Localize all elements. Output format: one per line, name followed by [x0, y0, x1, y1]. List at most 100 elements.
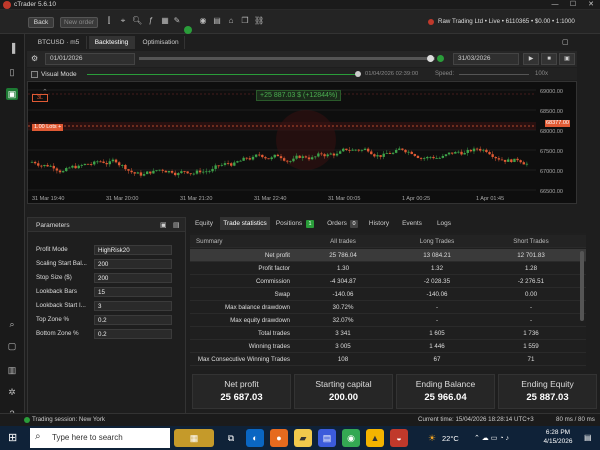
param-value-field[interactable]: 0.2: [94, 329, 172, 339]
tab-positions[interactable]: Positions: [272, 217, 306, 230]
progress-handle[interactable]: [355, 71, 361, 77]
algo-icon[interactable]: ▣: [6, 88, 18, 100]
tab-symbol[interactable]: BTCUSD · m5: [31, 36, 87, 49]
param-value-field[interactable]: 0.2: [94, 315, 172, 325]
save-params-icon[interactable]: ▣: [160, 221, 167, 229]
notification-icon[interactable]: ▤: [584, 433, 592, 442]
calendar-icon[interactable]: ▢: [6, 340, 18, 352]
edge-icon[interactable]: ◐: [246, 429, 264, 447]
chart-link-icon[interactable]: ⛓: [254, 16, 264, 25]
layout-icon[interactable]: ▤: [212, 16, 222, 25]
candle-body: [74, 165, 77, 169]
tab-events[interactable]: Events: [396, 217, 428, 230]
tab-label: History: [368, 220, 390, 227]
slider-handle[interactable]: [427, 55, 434, 62]
stats-row[interactable]: Commission -4 304.87 -2 028.35 -2 276.51: [190, 275, 586, 288]
tab-backtesting[interactable]: Backtesting: [89, 36, 135, 49]
load-params-icon[interactable]: ▤: [173, 221, 180, 229]
card-value: 200.00: [328, 392, 359, 403]
price-chart[interactable]: 69000.00 68500.00 68000.00 67500.00 67000.00…: [27, 81, 577, 204]
search-box[interactable]: ⌕ Type here to search: [30, 428, 170, 448]
tray-icons[interactable]: ⌃ ☁ ▭ ◔ ♪: [474, 434, 509, 442]
ctrader-taskbar-icon[interactable]: ◒: [390, 429, 408, 447]
minimize-button[interactable]: —: [546, 0, 564, 10]
clock-time[interactable]: 6:28 PM: [536, 429, 580, 436]
promo-icon[interactable]: ▦: [174, 429, 214, 447]
status-icon[interactable]: [184, 26, 192, 34]
tab-orders[interactable]: Orders: [322, 217, 352, 230]
maximize-button[interactable]: ☐: [564, 0, 582, 10]
candle-body: [366, 148, 370, 152]
grid-icon[interactable]: ▦: [160, 16, 170, 25]
firefox-icon[interactable]: ●: [270, 429, 288, 447]
close-button[interactable]: ✕: [582, 0, 600, 10]
param-label: Scaling Start Bal...: [36, 260, 87, 267]
settings-icon[interactable]: ✲: [6, 386, 18, 398]
param-value-field[interactable]: 200: [94, 273, 172, 283]
candle-body: [342, 148, 345, 152]
param-value-field[interactable]: HighRisk20: [94, 245, 172, 255]
temperature[interactable]: 22°C: [442, 434, 459, 443]
candle-body: [398, 148, 401, 150]
trade-icon[interactable]: ▐: [6, 42, 18, 54]
tab-logs[interactable]: Logs: [430, 217, 458, 230]
end-date-field[interactable]: 31/03/2026: [453, 53, 519, 65]
candle-body: [301, 156, 304, 158]
new-order-button[interactable]: New order: [60, 17, 98, 28]
trade-lots-label[interactable]: 1.00 Lots +: [32, 124, 64, 131]
crosshair-icon[interactable]: ⌖: [118, 16, 128, 26]
news-icon[interactable]: ▥: [6, 364, 18, 376]
start-date-field[interactable]: 01/01/2026: [45, 53, 135, 65]
gear-icon[interactable]: ⚙: [31, 54, 38, 63]
visual-mode-checkbox[interactable]: [31, 71, 38, 78]
back-button[interactable]: Back: [28, 17, 54, 28]
candle-body: [320, 153, 323, 155]
windows-start-icon[interactable]: ⊞: [8, 431, 17, 444]
stop-button[interactable]: ■: [541, 53, 557, 65]
copy-icon[interactable]: ▯: [6, 66, 18, 78]
stats-row[interactable]: Total trades 3 341 1 605 1 736: [190, 327, 586, 340]
table-scrollbar[interactable]: [580, 251, 584, 321]
save-icon[interactable]: ▣: [559, 53, 575, 65]
speed-slider[interactable]: [459, 74, 529, 75]
tab-trade-statistics[interactable]: Trade statistics: [220, 217, 270, 230]
task-view-icon[interactable]: ⧉: [222, 429, 240, 447]
parameters-panel: Parameters ▣ ▤ Profit Mode HighRisk20 Scal…: [27, 217, 186, 415]
candle-body: [226, 163, 230, 164]
collapse-icon[interactable]: ⌃: [42, 88, 48, 96]
candle-body: [111, 159, 115, 162]
windows-icon[interactable]: ❐: [240, 16, 250, 25]
stats-row[interactable]: Winning trades 3 005 1 446 1 559: [190, 340, 586, 353]
clock-date[interactable]: 4/15/2026: [536, 438, 580, 445]
param-value-field[interactable]: 15: [94, 287, 172, 297]
stats-row[interactable]: Max equity drawdown 32.07% - -: [190, 314, 586, 327]
tab-equity[interactable]: Equity: [190, 217, 218, 230]
analyze-icon[interactable]: ⌕: [6, 318, 18, 330]
pen-icon[interactable]: ✎: [172, 16, 182, 25]
maximize-panel-icon[interactable]: ▢: [562, 38, 569, 46]
zoom-icon[interactable]: 🔍︎: [132, 16, 142, 25]
stats-row[interactable]: Swap -140.06 -140.06 0.00: [190, 288, 586, 301]
chart-type-icon[interactable]: ⫿: [104, 16, 114, 26]
stats-row[interactable]: Max balance drawdown 30.72% - -: [190, 301, 586, 314]
indicator-icon[interactable]: ƒ: [146, 16, 156, 25]
tab-optimisation[interactable]: Optimisation: [137, 36, 185, 49]
date-range-slider[interactable]: [139, 57, 435, 60]
eye-icon[interactable]: ◉: [198, 16, 208, 25]
slider-handle-end[interactable]: [437, 55, 444, 62]
candle-body: [317, 153, 320, 157]
file-explorer-icon[interactable]: ▰: [294, 429, 312, 447]
stats-row[interactable]: Max Consecutive Winning Trades 108 67 71: [190, 353, 586, 366]
stats-row[interactable]: Profit factor 1.30 1.32 1.28: [190, 262, 586, 275]
stats-row[interactable]: Net profit 25 786.04 13 084.21 12 701.83: [190, 249, 586, 262]
account-info[interactable]: Raw Trading Ltd • Live • 6110365 • $0.00…: [438, 18, 598, 25]
play-button[interactable]: ▶: [523, 53, 539, 65]
chrome-icon[interactable]: ◉: [342, 429, 360, 447]
param-value-field[interactable]: 200: [94, 259, 172, 269]
vlc-icon[interactable]: ▲: [366, 429, 384, 447]
param-value-field[interactable]: 3: [94, 301, 172, 311]
lock-icon[interactable]: ⌂: [226, 16, 236, 25]
store-icon[interactable]: ▤: [318, 429, 336, 447]
tab-history[interactable]: History: [364, 217, 394, 230]
candle-body: [40, 165, 43, 167]
